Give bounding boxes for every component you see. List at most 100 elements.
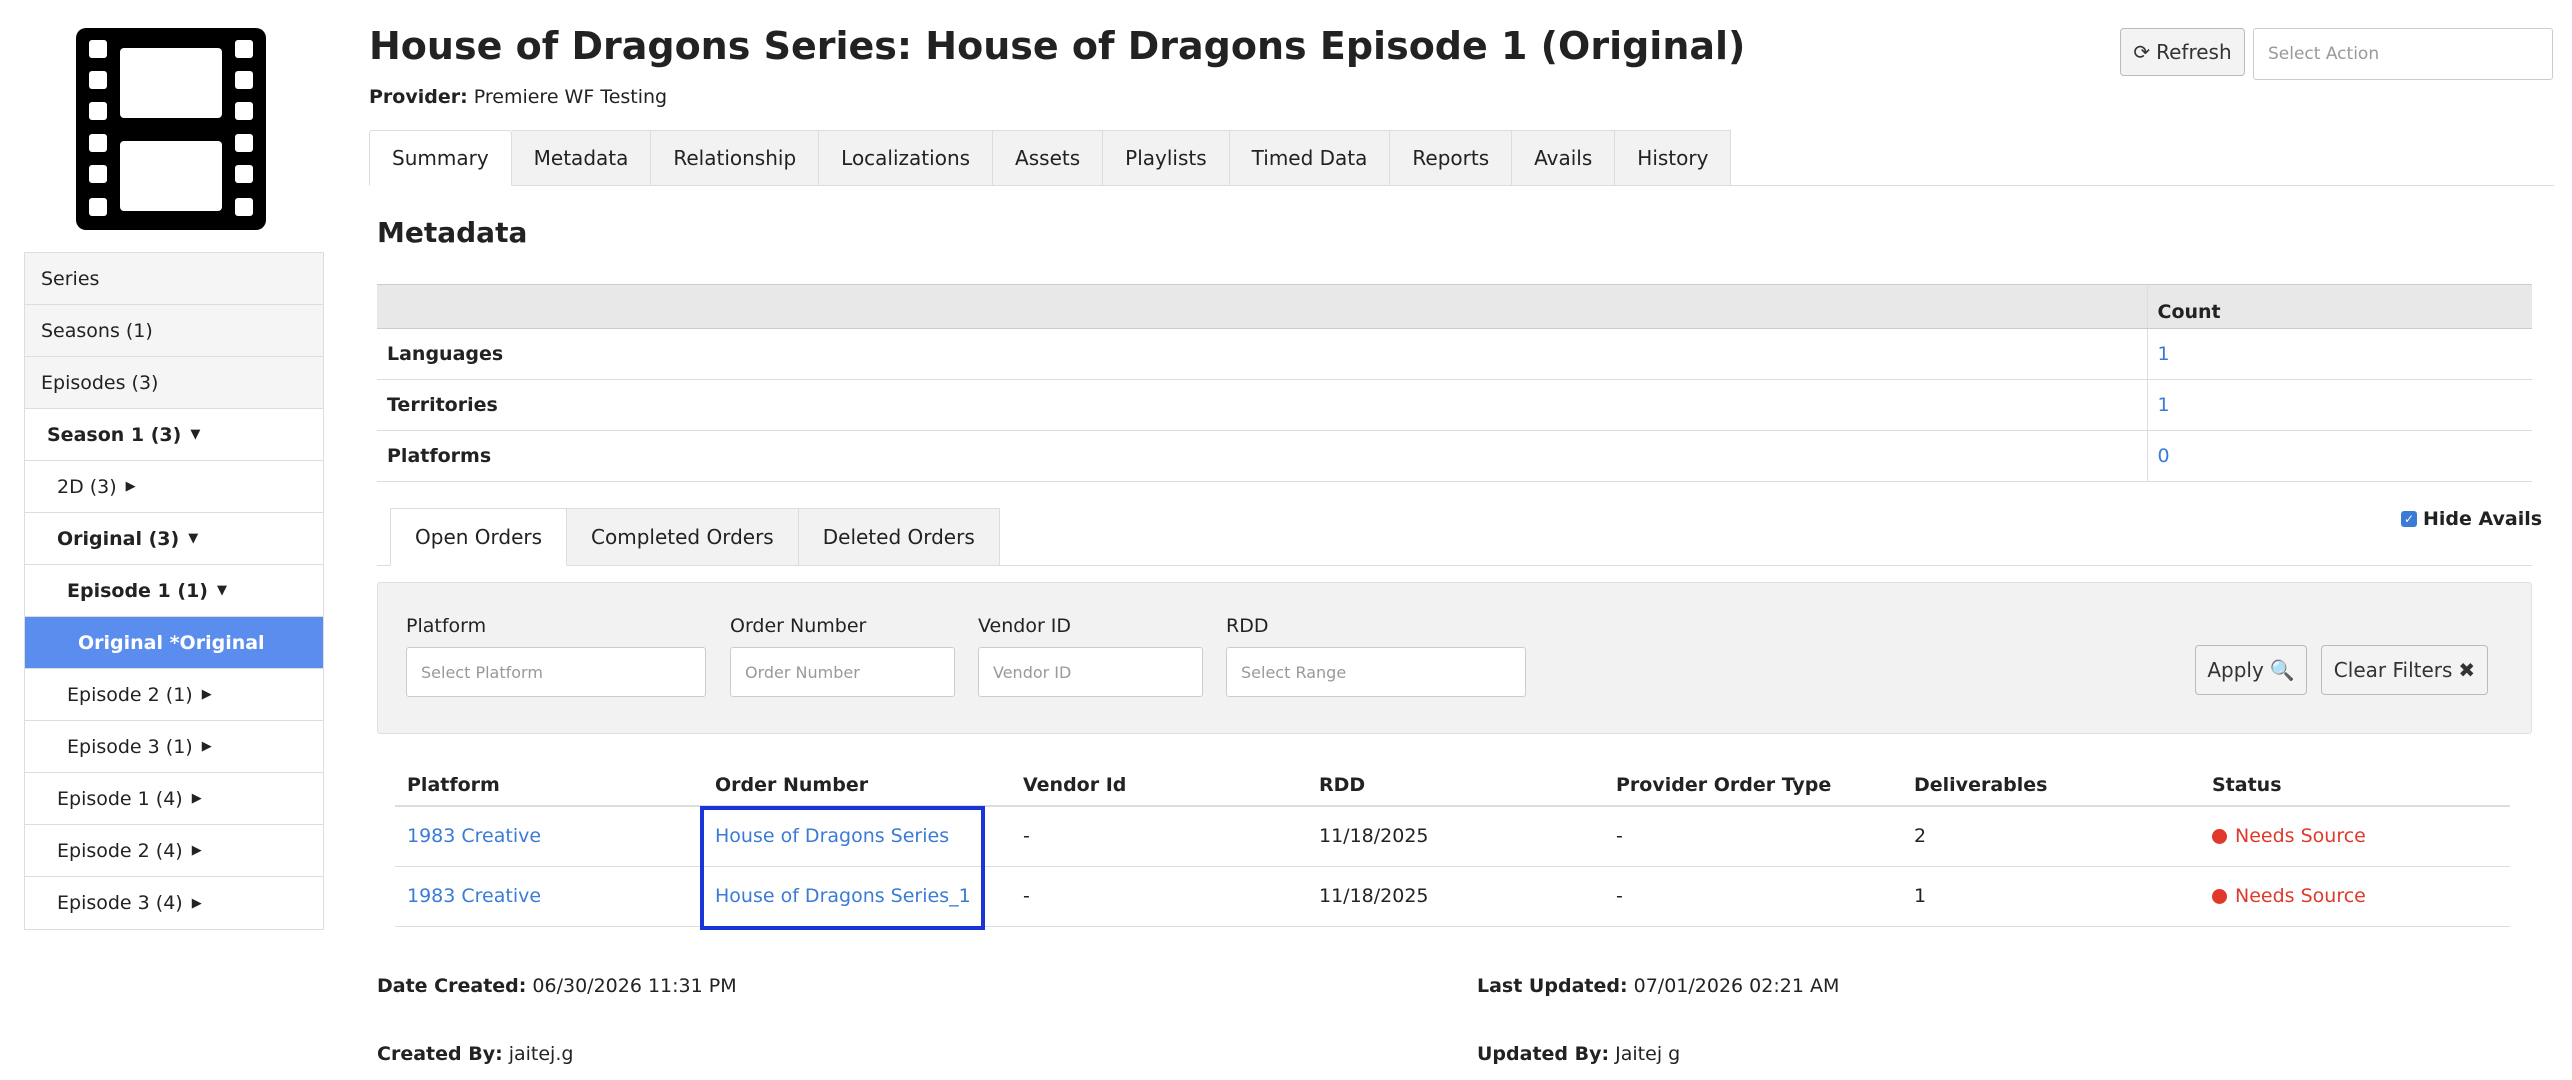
sidebar-item-label: Episodes (3) — [41, 371, 159, 394]
refresh-button[interactable]: ⟳ Refresh — [2120, 28, 2245, 76]
column-header-deliverables[interactable]: Deliverables — [1902, 764, 2200, 807]
apply-button[interactable]: Apply 🔍 — [2195, 645, 2307, 695]
sidebar-item-episode-3[interactable]: Episode 3 (4) ▶ — [25, 877, 323, 929]
filter-panel: Platform Select Platform Order Number Or… — [377, 582, 2532, 734]
sidebar-item-episode-1-original[interactable]: Episode 1 (1) ▼ — [25, 565, 323, 617]
tab-relationship[interactable]: Relationship — [651, 130, 820, 186]
platform-cell: 1983 Creative — [395, 866, 703, 927]
metadata-header-row: Count — [377, 284, 2532, 329]
order-number-link[interactable]: House of Dragons Series_1 — [715, 885, 971, 907]
status-text: Needs Source — [2235, 885, 2366, 907]
metadata-label: Platforms — [377, 430, 2147, 482]
metadata-label: Languages — [377, 328, 2147, 380]
metadata-count-link[interactable]: 0 — [2158, 445, 2170, 467]
order-number-cell: House of Dragons Series_1 — [703, 866, 1011, 927]
sidebar-item-label: Series — [41, 267, 100, 290]
created-by-value: jaitej.g — [508, 1043, 574, 1065]
select-action-dropdown[interactable]: Select Action — [2253, 28, 2553, 80]
platform-link[interactable]: 1983 Creative — [407, 885, 541, 907]
platform-select[interactable]: Select Platform — [406, 647, 706, 697]
platform-link[interactable]: 1983 Creative — [407, 825, 541, 847]
sidebar-item-label: Episode 2 (1) — [67, 683, 193, 706]
metadata-section-title: Metadata — [377, 216, 528, 249]
vendor-id-cell: - — [1011, 866, 1307, 927]
metadata-count-link[interactable]: 1 — [2158, 343, 2170, 365]
order-tabs: Open Orders Completed Orders Deleted Ord… — [390, 508, 1000, 566]
provider-order-type-cell: - — [1604, 806, 1902, 867]
tab-completed-orders[interactable]: Completed Orders — [567, 508, 799, 566]
metadata-row: Languages 1 — [377, 328, 2532, 380]
updated-by: Updated By: Jaitej g — [1477, 1043, 1680, 1065]
caret-right-icon: ▶ — [201, 739, 212, 754]
sidebar-item-episode-3-original[interactable]: Episode 3 (1) ▶ — [25, 721, 323, 773]
sidebar-item-original-selected[interactable]: Original *Original — [25, 617, 323, 669]
rdd-range-select[interactable]: Select Range — [1226, 647, 1526, 697]
tab-deleted-orders[interactable]: Deleted Orders — [798, 508, 1000, 566]
sidebar-item-seasons[interactable]: Seasons (1) — [25, 305, 323, 357]
deliverables-cell: 1 — [1902, 866, 2200, 927]
clear-filters-button[interactable]: Clear Filters ✖ — [2321, 645, 2488, 695]
metadata-table: Count Languages 1 Territories 1 Platform… — [377, 284, 2532, 482]
column-header-status[interactable]: Status — [2200, 764, 2510, 807]
order-number-cell: House of Dragons Series — [703, 806, 1011, 867]
date-created-label: Date Created: — [377, 975, 527, 997]
sidebar-item-label: Season 1 (3) — [47, 423, 182, 446]
order-number-input[interactable]: Order Number — [730, 647, 955, 697]
rdd-cell: 11/18/2025 — [1307, 806, 1604, 867]
table-row: 1983 Creative House of Dragons Series_1 … — [395, 866, 2510, 927]
vendor-id-input[interactable]: Vendor ID — [978, 647, 1203, 697]
updated-by-label: Updated By: — [1477, 1043, 1610, 1065]
sidebar-item-label: Episode 1 (4) — [57, 787, 183, 810]
column-header-provider-order-type[interactable]: Provider Order Type — [1604, 764, 1902, 807]
sidebar-item-label: 2D (3) — [57, 475, 117, 498]
column-header-order-number[interactable]: Order Number — [703, 764, 1011, 807]
column-header-rdd[interactable]: RDD — [1307, 764, 1604, 807]
tab-avails[interactable]: Avails — [1512, 130, 1616, 186]
deliverables-cell: 2 — [1902, 806, 2200, 867]
tab-open-orders[interactable]: Open Orders — [390, 508, 568, 566]
sidebar-item-episode-2[interactable]: Episode 2 (4) ▶ — [25, 825, 323, 877]
status-dot-icon — [2212, 828, 2227, 844]
checkbox-checked-icon[interactable]: ✓ — [2401, 511, 2417, 527]
sidebar-item-episode-1[interactable]: Episode 1 (4) ▶ — [25, 773, 323, 825]
sidebar-item-original[interactable]: Original (3) ▼ — [25, 513, 323, 565]
film-icon — [76, 28, 266, 230]
caret-right-icon: ▶ — [125, 479, 136, 494]
platform-cell: 1983 Creative — [395, 806, 703, 867]
metadata-count-link[interactable]: 1 — [2158, 394, 2170, 416]
sidebar-item-episodes[interactable]: Episodes (3) — [25, 357, 323, 409]
metadata-count-cell: 1 — [2146, 379, 2532, 431]
tab-playlists[interactable]: Playlists — [1103, 130, 1230, 186]
metadata-count-cell: 1 — [2146, 328, 2532, 380]
hide-avails-toggle[interactable]: ✓ Hide Avails — [2401, 508, 2542, 530]
tab-history[interactable]: History — [1615, 130, 1732, 186]
column-header-vendor-id[interactable]: Vendor Id — [1011, 764, 1307, 807]
order-number-link[interactable]: House of Dragons Series — [715, 825, 949, 847]
rdd-filter-label: RDD — [1226, 615, 1269, 637]
caret-right-icon: ▶ — [201, 687, 212, 702]
vendor-id-filter-label: Vendor ID — [978, 615, 1072, 637]
table-row: 1983 Creative House of Dragons Series - … — [395, 806, 2510, 867]
orders-table: Platform Order Number Vendor Id RDD Prov… — [395, 764, 2510, 927]
column-header-platform[interactable]: Platform — [395, 764, 703, 807]
caret-right-icon: ▶ — [191, 791, 202, 806]
sidebar-item-series[interactable]: Series — [25, 253, 323, 305]
tab-metadata[interactable]: Metadata — [511, 130, 652, 186]
tab-summary[interactable]: Summary — [369, 130, 512, 186]
orders-header-row: Platform Order Number Vendor Id RDD Prov… — [395, 764, 2510, 807]
sidebar-nav: Series Seasons (1) Episodes (3) Season 1… — [24, 252, 324, 930]
sidebar-item-season-1[interactable]: Season 1 (3) ▼ — [25, 409, 323, 461]
vendor-id-placeholder: Vendor ID — [993, 662, 1072, 682]
tab-reports[interactable]: Reports — [1390, 130, 1513, 186]
tab-assets[interactable]: Assets — [993, 130, 1104, 186]
refresh-icon: ⟳ — [2133, 40, 2151, 64]
tab-timed-data[interactable]: Timed Data — [1229, 130, 1391, 186]
apply-label: Apply — [2207, 658, 2264, 682]
sidebar-item-2d[interactable]: 2D (3) ▶ — [25, 461, 323, 513]
metadata-row: Territories 1 — [377, 379, 2532, 431]
sidebar-item-episode-2-original[interactable]: Episode 2 (1) ▶ — [25, 669, 323, 721]
provider-order-type-cell: - — [1604, 866, 1902, 927]
tab-localizations[interactable]: Localizations — [819, 130, 994, 186]
provider-label: Provider: — [369, 86, 468, 108]
updated-by-value: Jaitej g — [1615, 1043, 1681, 1065]
